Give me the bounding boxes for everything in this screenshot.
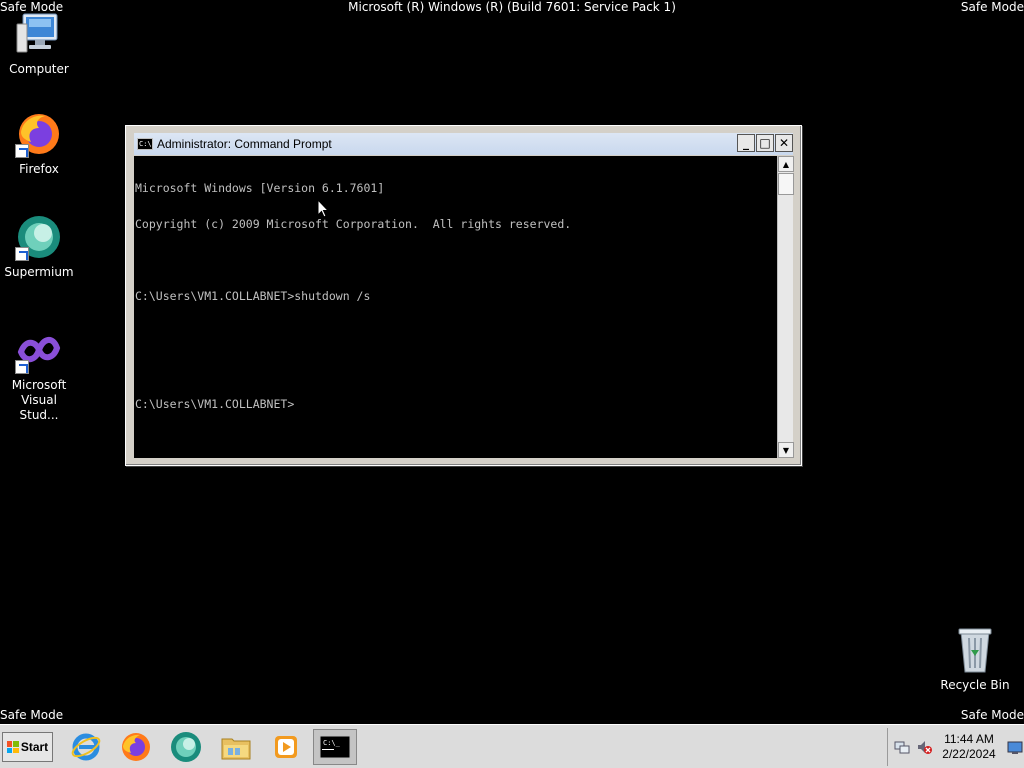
windows-logo-icon [6, 741, 19, 753]
safe-mode-label-bottom-left: Safe Mode [0, 708, 64, 722]
desktop-icon-visual-studio[interactable]: Microsoft Visual Stud... [0, 326, 78, 423]
minimize-icon: _ [743, 136, 749, 150]
taskbar-command-prompt[interactable]: C:\_ [313, 729, 357, 765]
console-output[interactable]: Microsoft Windows [Version 6.1.7601] Cop… [134, 156, 777, 458]
internet-explorer-icon [71, 733, 101, 761]
command-prompt-icon: C:\_ [319, 735, 351, 759]
command-prompt-window[interactable]: C:\ Administrator: Command Prompt _ □ ✕ … [125, 125, 802, 466]
desktop-icon-label-line2: Visual Stud... [19, 393, 59, 422]
shortcut-arrow-icon [15, 360, 29, 374]
taskbar-media-player[interactable] [264, 729, 308, 765]
taskbar-file-explorer[interactable] [214, 729, 258, 765]
clock-time: 11:44 AM [944, 732, 994, 746]
mouse-cursor-icon [317, 199, 329, 218]
console-line: Copyright (c) 2009 Microsoft Corporation… [135, 217, 572, 231]
vertical-scrollbar[interactable]: ▲ ▼ [777, 156, 794, 458]
volume-muted-icon[interactable] [916, 739, 932, 759]
maximize-icon: □ [759, 136, 771, 150]
start-label: Start [20, 740, 49, 754]
clock-date: 2/22/2024 [942, 747, 996, 761]
desktop-icon-recycle-bin[interactable]: Recycle Bin [940, 626, 1010, 693]
maximize-button[interactable]: □ [756, 134, 774, 152]
window-title: Administrator: Command Prompt [157, 137, 332, 151]
show-desktop-icon[interactable] [1007, 740, 1023, 759]
network-icon[interactable] [894, 739, 910, 759]
build-info: Microsoft (R) Windows (R) (Build 7601: S… [348, 0, 676, 14]
close-button[interactable]: ✕ [775, 134, 793, 152]
visual-studio-icon [15, 326, 63, 374]
scroll-thumb[interactable] [778, 173, 794, 195]
firefox-icon [122, 733, 150, 761]
minimize-button[interactable]: _ [737, 134, 755, 152]
firefox-icon [15, 110, 63, 158]
clock[interactable]: 11:44 AM 2/22/2024 [934, 732, 1004, 762]
desktop-icon-label: Firefox [19, 162, 59, 176]
recycle-bin-icon [951, 626, 999, 674]
supermium-icon [171, 732, 201, 762]
safe-mode-label-bottom-right: Safe Mode [960, 708, 1024, 722]
desktop-icon-label: Computer [9, 62, 69, 76]
scroll-down-arrow-icon[interactable]: ▼ [778, 442, 794, 458]
media-player-icon [275, 736, 297, 758]
desktop-icon-computer[interactable]: Computer [0, 10, 78, 77]
desktop-icon-label-line1: Microsoft [11, 378, 67, 392]
console-line: Microsoft Windows [Version 6.1.7601] [135, 181, 385, 195]
command-prompt-icon: C:\ [137, 138, 153, 150]
desktop-icon-label: Recycle Bin [940, 678, 1010, 692]
close-icon: ✕ [778, 136, 790, 150]
system-tray: 11:44 AM 2/22/2024 [887, 728, 1024, 766]
console-line: C:\Users\VM1.COLLABNET>shutdown /s [135, 289, 371, 303]
taskbar-supermium[interactable] [164, 729, 208, 765]
computer-icon [15, 10, 63, 58]
start-button[interactable]: Start [2, 732, 53, 762]
desktop-icon-firefox[interactable]: Firefox [0, 110, 78, 177]
safe-mode-label-top-right: Safe Mode [960, 0, 1024, 14]
shortcut-arrow-icon [15, 144, 29, 158]
taskbar-internet-explorer[interactable] [64, 729, 108, 765]
window-title-bar[interactable]: C:\ Administrator: Command Prompt _ □ ✕ [134, 133, 793, 155]
supermium-icon [15, 213, 63, 261]
shortcut-arrow-icon [15, 247, 29, 261]
console-prompt-line: C:\Users\VM1.COLLABNET> [135, 397, 295, 411]
taskbar-firefox[interactable] [114, 729, 158, 765]
file-explorer-icon [221, 738, 251, 760]
desktop-icon-label: Supermium [4, 265, 74, 279]
taskbar: Start C:\_ 11:44 AM 2/22/2024 [0, 724, 1024, 768]
scroll-up-arrow-icon[interactable]: ▲ [778, 156, 794, 172]
desktop-icon-supermium[interactable]: Supermium [0, 213, 78, 280]
svg-text:C:\_: C:\_ [323, 739, 341, 747]
